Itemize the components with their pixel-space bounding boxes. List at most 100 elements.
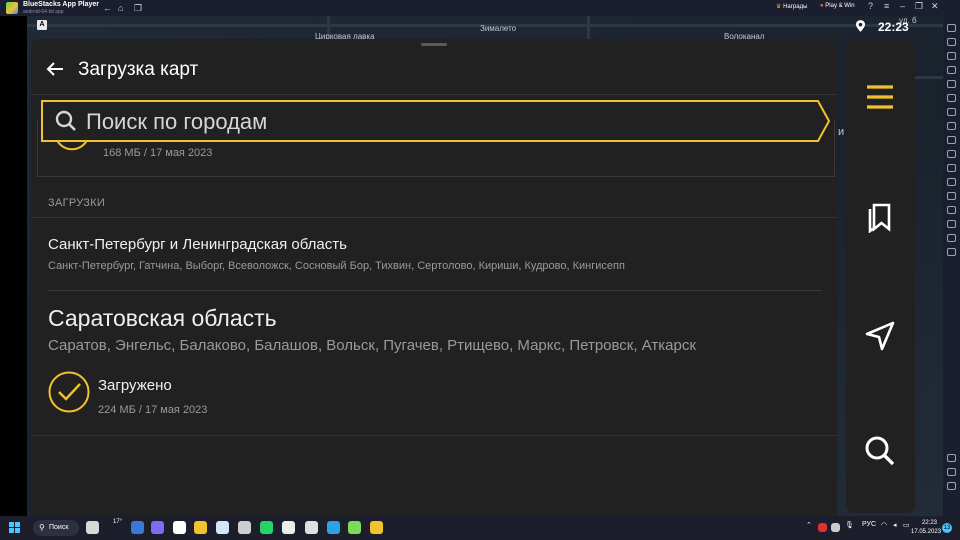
home-icon[interactable]: ⌂	[118, 2, 123, 14]
back-arrow-icon[interactable]: ←	[103, 2, 112, 14]
sync-icon[interactable]	[947, 206, 956, 214]
search-input[interactable]: Поиск по городам	[41, 100, 831, 142]
keyboard-icon[interactable]	[947, 66, 956, 74]
minimize-icon[interactable]: –	[900, 1, 905, 11]
camera-icon[interactable]	[947, 94, 956, 102]
taskbar-date[interactable]: 17.05.2023	[911, 529, 941, 535]
windows-start-icon[interactable]	[9, 522, 21, 534]
telegram-icon[interactable]	[327, 521, 340, 534]
divider	[31, 217, 837, 218]
rewards-button[interactable]: ♛ Награды	[776, 3, 807, 10]
playwin-label: Play & Win	[825, 3, 855, 9]
wifi-icon[interactable]: ◠	[881, 521, 887, 529]
app-icon[interactable]	[238, 521, 251, 534]
microphone-icon[interactable]: 🎙	[845, 521, 854, 529]
close-icon[interactable]: ✕	[931, 1, 939, 12]
map-label: Зималето	[480, 24, 517, 33]
taskbar-time[interactable]: 22:23	[922, 520, 937, 526]
search-icon: ⚲	[39, 523, 45, 532]
weather-widget[interactable]: 17°	[113, 519, 122, 525]
app-subtitle: android-64-bit app	[23, 9, 64, 15]
playwin-button[interactable]: ● Play & Win	[820, 3, 855, 9]
menu-icon[interactable]	[863, 80, 897, 114]
settings-icon[interactable]	[947, 454, 956, 462]
folder-icon[interactable]	[947, 164, 956, 172]
apk-icon[interactable]	[947, 122, 956, 130]
location-pin-icon	[856, 20, 865, 32]
rewards-label: Награды	[783, 4, 808, 10]
bookmarks-icon[interactable]	[863, 199, 897, 233]
help-icon[interactable]: ?	[868, 1, 873, 11]
volume-icon[interactable]: ◂	[893, 521, 897, 529]
back-icon[interactable]	[947, 468, 956, 476]
status-time: 22:23	[878, 20, 909, 34]
calculator-icon[interactable]	[305, 521, 318, 534]
drag-handle[interactable]	[421, 43, 447, 46]
chat-icon[interactable]	[131, 521, 144, 534]
copilot-icon[interactable]	[151, 521, 164, 534]
section-header: ЗАГРУЗКИ	[48, 197, 106, 209]
region-cities: Саратов, Энгельс, Балаково, Балашов, Вол…	[48, 337, 696, 354]
search-icon	[55, 110, 76, 131]
crown-icon: ♛	[776, 4, 782, 10]
eco-mode-icon[interactable]	[947, 234, 956, 242]
region-title[interactable]: Саратовская область	[48, 305, 277, 332]
layers-icon[interactable]	[947, 248, 956, 256]
app-nav-bar	[846, 39, 915, 513]
previous-item-meta: 168 МБ / 17 мая 2023	[103, 147, 213, 159]
bluestacks-icon[interactable]	[370, 521, 383, 534]
playwin-icon: ●	[820, 3, 824, 9]
divider	[48, 290, 822, 291]
region-title[interactable]: Санкт-Петербург и Ленинградская область	[48, 236, 347, 253]
rotate-icon[interactable]	[947, 80, 956, 88]
download-status: Загружено	[98, 377, 172, 394]
app-icon[interactable]	[216, 521, 229, 534]
home-sidebar-icon[interactable]	[947, 482, 956, 490]
tray-app-icon[interactable]	[818, 523, 827, 532]
recent-apps-icon[interactable]: ❐	[134, 2, 142, 14]
offline-maps-panel: Загрузка карт 168 МБ / 17 мая 2023 Поиск…	[31, 39, 837, 516]
fullscreen-icon[interactable]	[947, 24, 956, 32]
bluestacks-sidebar	[943, 16, 960, 516]
language-indicator[interactable]: РУС	[862, 521, 876, 528]
divider	[31, 94, 837, 95]
file-explorer-icon[interactable]	[194, 521, 207, 534]
android-screen: A Цирковая лавка Зималето Волоканал ул. …	[27, 16, 943, 516]
divider	[31, 435, 837, 436]
screenshot-icon[interactable]	[947, 150, 956, 158]
back-arrow-icon[interactable]	[45, 61, 65, 77]
yandex-icon[interactable]	[173, 521, 186, 534]
menu-lines-icon[interactable]: ≡	[884, 1, 889, 11]
taskbar-search-label: Поиск	[49, 524, 69, 531]
location-icon[interactable]	[947, 178, 956, 186]
notification-a-icon: A	[37, 20, 47, 30]
download-meta: 224 МБ / 17 мая 2023	[98, 404, 208, 416]
restore-icon[interactable]: ❐	[915, 1, 923, 12]
navigation-icon[interactable]	[863, 319, 897, 353]
whatsapp-icon[interactable]	[260, 521, 273, 534]
window-titlebar: BlueStacks App Player android-64-bit app…	[0, 0, 960, 16]
taskbar-search[interactable]: ⚲ Поиск	[33, 520, 79, 536]
downloaded-check-icon[interactable]	[48, 371, 90, 413]
search-placeholder: Поиск по городам	[86, 109, 268, 134]
shake-icon[interactable]	[947, 108, 956, 116]
calendar-icon[interactable]	[282, 521, 295, 534]
map-label: и	[838, 126, 845, 138]
bluestacks-logo-icon	[6, 2, 18, 14]
windows-taskbar: ⚲ Поиск 17° ⌃ 🎙 РУС ◠ ◂ ▭ 22:23 17.05.20…	[0, 516, 960, 540]
volume-icon[interactable]	[947, 38, 956, 46]
region-cities: Санкт-Петербург, Гатчина, Выборг, Всевол…	[48, 260, 625, 272]
app-title: BlueStacks App Player	[23, 1, 99, 8]
media-icon[interactable]	[947, 52, 956, 60]
notification-badge[interactable]: 13	[942, 523, 952, 533]
bluestacks-icon[interactable]	[348, 521, 361, 534]
tray-overflow-icon[interactable]: ⌃	[806, 521, 812, 529]
trash-icon[interactable]	[947, 220, 956, 228]
battery-icon[interactable]: ▭	[903, 521, 910, 529]
multi-instance-icon[interactable]	[947, 192, 956, 200]
search-icon[interactable]	[863, 434, 897, 468]
tray-app-icon[interactable]	[831, 523, 840, 532]
task-view-icon[interactable]	[86, 521, 99, 534]
macro-icon[interactable]	[947, 136, 956, 144]
page-title: Загрузка карт	[78, 59, 199, 80]
